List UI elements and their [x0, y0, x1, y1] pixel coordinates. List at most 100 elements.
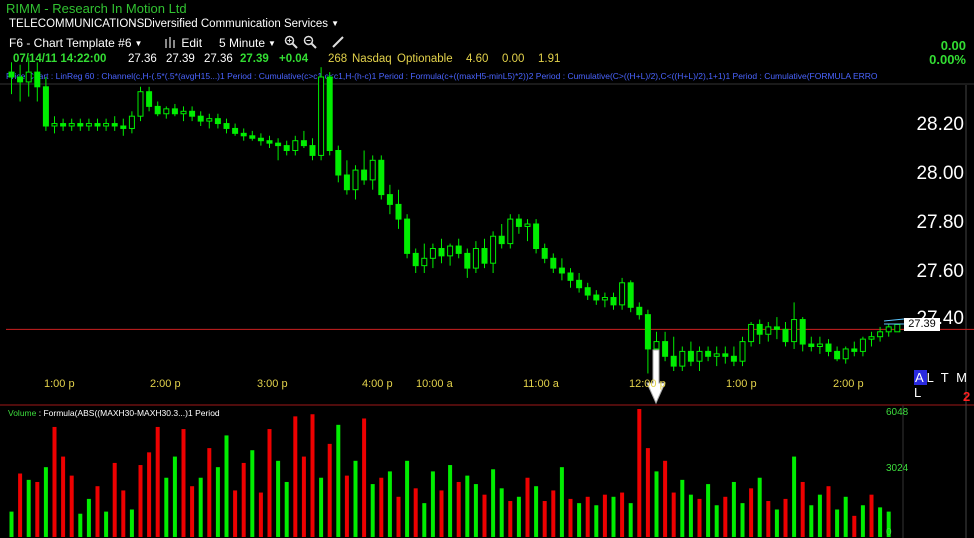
candle-up — [369, 159, 376, 181]
volume-bar — [327, 443, 332, 537]
candle-up — [653, 341, 660, 350]
volume-bar — [172, 456, 177, 537]
candle-down — [541, 248, 548, 259]
volume-bar — [233, 490, 238, 537]
volume-bar — [147, 452, 152, 537]
volume-bar — [413, 488, 418, 537]
candle-down — [825, 343, 832, 352]
candle-up — [490, 235, 497, 264]
volume-bar — [52, 426, 57, 537]
volume-bar — [826, 486, 831, 537]
volume-bar — [688, 494, 693, 537]
candle-up — [713, 353, 720, 357]
volume-bar — [637, 409, 642, 537]
candle-down — [576, 279, 583, 289]
candle-up — [791, 319, 798, 343]
volume-bar — [602, 494, 607, 537]
volume-bar — [69, 475, 74, 537]
candle-down — [223, 123, 230, 129]
volume-bar — [190, 486, 195, 537]
time-tick: 11:00 a — [523, 378, 559, 390]
candle-down — [378, 159, 385, 196]
candle-up — [894, 323, 901, 333]
volume-bar — [301, 456, 306, 537]
candle-down — [515, 218, 522, 227]
candle-up — [601, 297, 608, 301]
candle-down — [558, 267, 565, 274]
candle-down — [851, 348, 858, 352]
candle-down — [593, 294, 600, 301]
candle-down — [17, 76, 24, 83]
auto-button[interactable]: A — [914, 370, 927, 385]
candle-down — [756, 323, 763, 335]
candle-down — [584, 287, 591, 296]
time-tick: 3:00 p — [257, 378, 288, 390]
volume-bar — [215, 467, 220, 537]
volume-bar — [525, 477, 530, 537]
volume-bar — [585, 496, 590, 537]
candle-down — [636, 306, 643, 316]
volume-tick: 3024 — [886, 463, 909, 474]
candle-down — [189, 110, 196, 117]
volume-bar — [430, 471, 435, 537]
candle-up — [696, 350, 703, 362]
volume-bar — [155, 426, 160, 537]
candle-up — [885, 326, 892, 333]
candle-down — [146, 91, 153, 107]
volume-bar — [663, 460, 668, 537]
candle-down — [644, 314, 651, 350]
volume-bar — [559, 467, 564, 537]
volume-bar — [654, 471, 659, 537]
candle-down — [662, 341, 669, 357]
volume-bar — [198, 477, 203, 537]
volume-bar — [86, 498, 91, 537]
volume-bar — [714, 505, 719, 537]
candle-down — [240, 132, 247, 137]
volume-bar — [9, 511, 14, 537]
candle-down — [722, 353, 729, 357]
volume-legend[interactable]: Volume : Formula(ABS((MAXH30-MAXH30.3...… — [8, 408, 220, 418]
candle-up — [859, 338, 866, 352]
candle-up — [748, 323, 755, 343]
price-tick: 28.00 — [916, 163, 964, 184]
candle-up — [447, 245, 454, 257]
candle-up — [137, 91, 144, 117]
candle-up — [619, 282, 626, 306]
candle-up — [25, 71, 32, 83]
candle-up — [85, 123, 92, 127]
candle-up — [421, 257, 428, 267]
candle-down — [77, 123, 84, 127]
volume-bar — [422, 503, 427, 537]
volume-bar — [706, 484, 711, 537]
arrow-annotation — [646, 349, 666, 405]
volume-bar — [878, 507, 883, 537]
volume-bar — [843, 496, 848, 537]
candle-down — [782, 328, 789, 343]
volume-bar — [680, 479, 685, 537]
volume-label: Volume — [8, 408, 37, 418]
volume-bar — [336, 424, 341, 537]
candle-up — [292, 140, 299, 151]
candle-down — [834, 350, 841, 360]
time-tick: 1:00 p — [726, 378, 757, 390]
volume-bar — [594, 505, 599, 537]
candle-down — [232, 127, 239, 134]
candle-up — [816, 343, 823, 347]
volume-formula: Formula(ABS((MAXH30-MAXH30.3...)1 Period — [43, 408, 220, 418]
candle-down — [550, 257, 557, 269]
candle-down — [249, 135, 256, 139]
volume-bar — [362, 418, 367, 537]
price-pointer — [883, 318, 905, 322]
price-chart[interactable] — [0, 0, 974, 538]
candle-up — [68, 123, 75, 127]
candle-down — [799, 319, 806, 345]
time-tick: 2:00 p — [150, 378, 181, 390]
candle-down — [343, 174, 350, 191]
time-tick: 4:00 p — [362, 378, 393, 390]
candle-down — [438, 248, 445, 257]
candle-up — [180, 110, 187, 115]
volume-bar — [26, 479, 31, 537]
candle-up — [524, 223, 531, 227]
candle-up — [429, 248, 436, 259]
candle-down — [670, 355, 677, 367]
